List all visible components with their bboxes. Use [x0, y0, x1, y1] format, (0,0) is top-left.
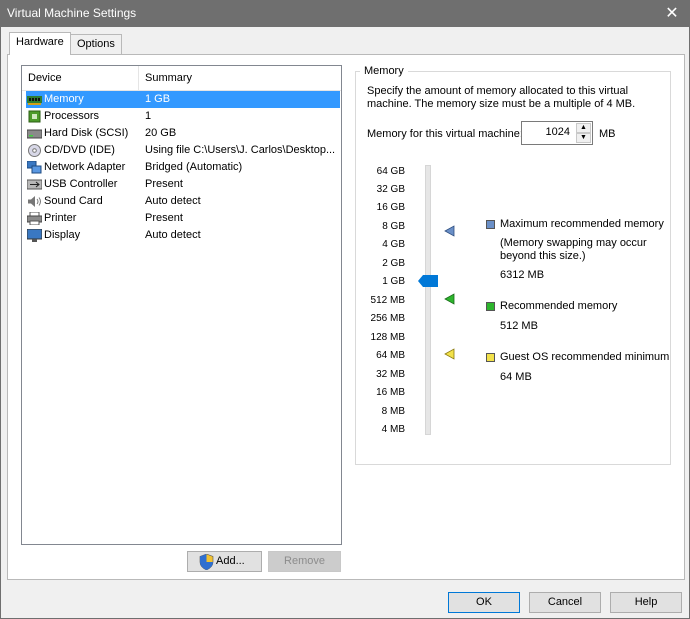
ok-button[interactable]: OK — [448, 592, 520, 613]
recommended-marker-icon — [444, 293, 455, 305]
column-summary[interactable]: Summary — [145, 72, 192, 84]
max-recommended-note: (Memory swapping may occur beyond this s… — [500, 237, 647, 262]
device-name: Hard Disk (SCSI) — [44, 127, 129, 139]
device-summary: 1 GB — [145, 93, 171, 105]
slider-label: 16 MB — [376, 387, 405, 398]
slider-label: 1 GB — [382, 276, 405, 287]
memory-slider-track[interactable] — [425, 165, 431, 435]
slider-label: 4 GB — [382, 239, 405, 250]
uac-shield-icon — [199, 554, 214, 570]
ok-button-label: OK — [476, 596, 492, 608]
slider-label: 16 GB — [376, 202, 405, 213]
monitor-icon — [27, 229, 42, 242]
recommended-label: Recommended memory — [500, 300, 618, 312]
recommended-swatch — [486, 302, 495, 311]
speaker-icon — [28, 196, 41, 207]
window-title: Virtual Machine Settings — [7, 6, 137, 20]
memory-icon — [27, 96, 42, 105]
hard-disk-icon — [27, 129, 42, 139]
recommended-value: 512 MB — [500, 320, 538, 332]
slider-label: 8 GB — [382, 221, 405, 232]
device-row-memory[interactable]: Memory 1 GB — [26, 91, 340, 108]
cd-dvd-icon — [28, 144, 41, 157]
device-summary: Auto detect — [145, 229, 201, 241]
memory-spin-buttons: ▲ ▼ — [576, 123, 591, 143]
memory-unit: MB — [599, 128, 616, 140]
list-header: Device Summary — [22, 66, 341, 91]
vm-settings-window: Virtual Machine Settings ✕ Hardware Opti… — [0, 0, 690, 619]
processor-icon — [28, 110, 41, 123]
device-summary: 20 GB — [145, 127, 177, 139]
device-summary: Present — [145, 212, 183, 224]
device-summary: Using file C:\Users\J. Carlos\Desktop... — [145, 144, 336, 156]
max-recommended-label: Maximum recommended memory — [500, 218, 664, 230]
remove-button[interactable]: Remove — [268, 551, 341, 572]
column-device[interactable]: Device — [28, 72, 62, 84]
max-recommended-swatch — [486, 220, 495, 229]
memory-slider-thumb[interactable] — [418, 275, 438, 287]
device-row-network-adapter[interactable]: Network Adapter Bridged (Automatic) — [26, 159, 340, 176]
device-row-usb-controller[interactable]: USB Controller Present — [26, 176, 340, 193]
printer-icon — [27, 212, 42, 225]
slider-label: 8 MB — [381, 406, 405, 417]
memory-field-label: Memory for this virtual machine: — [367, 128, 523, 140]
cancel-button-label: Cancel — [547, 596, 583, 608]
device-name: Printer — [44, 212, 77, 224]
tab-options-label: Options — [77, 38, 115, 50]
tab-hardware-label: Hardware — [16, 36, 64, 48]
slider-label: 64 GB — [376, 166, 405, 177]
device-name: CD/DVD (IDE) — [44, 144, 115, 156]
memory-group-title: Memory — [360, 65, 408, 77]
device-name: USB Controller — [44, 178, 118, 190]
device-row-sound-card[interactable]: Sound Card Auto detect — [26, 193, 340, 210]
title-bar[interactable]: Virtual Machine Settings ✕ — [1, 1, 689, 27]
device-name: Network Adapter — [44, 161, 126, 173]
device-summary: Present — [145, 178, 183, 190]
help-button-label: Help — [634, 596, 658, 608]
device-name: Processors — [44, 110, 100, 122]
cancel-button[interactable]: Cancel — [529, 592, 601, 613]
guest-min-swatch — [486, 353, 495, 362]
max-recommended-marker-icon — [444, 225, 455, 237]
device-name: Sound Card — [44, 195, 103, 207]
slider-label: 256 MB — [370, 313, 405, 324]
guest-min-value: 64 MB — [500, 371, 532, 383]
memory-description: Specify the amount of memory allocated t… — [367, 85, 636, 110]
memory-value-input[interactable]: 1024 — [546, 126, 570, 138]
max-recommended-value: 6312 MB — [500, 269, 545, 281]
add-button-label: Add... — [216, 555, 245, 567]
column-divider[interactable] — [138, 66, 139, 90]
device-summary: 1 — [145, 110, 152, 122]
add-button[interactable]: Add... — [187, 551, 262, 572]
tab-hardware[interactable]: Hardware — [9, 32, 71, 55]
device-row-cd-dvd[interactable]: CD/DVD (IDE) Using file C:\Users\J. Carl… — [26, 142, 340, 159]
slider-label: 32 MB — [376, 369, 405, 380]
remove-button-label: Remove — [284, 555, 325, 567]
device-row-printer[interactable]: Printer Present — [26, 210, 340, 227]
slider-label: 64 MB — [376, 350, 405, 361]
guest-min-marker-icon — [444, 348, 455, 360]
device-row-processors[interactable]: Processors 1 — [26, 108, 340, 125]
slider-label: 512 MB — [370, 295, 405, 306]
slider-label: 128 MB — [370, 332, 405, 343]
spin-up-icon[interactable]: ▲ — [576, 123, 591, 133]
device-summary: Bridged (Automatic) — [145, 161, 243, 173]
close-icon[interactable]: ✕ — [655, 1, 689, 27]
slider-label: 32 GB — [376, 184, 405, 195]
guest-min-label: Guest OS recommended minimum — [500, 351, 670, 363]
device-name: Display — [44, 229, 81, 241]
help-button[interactable]: Help — [610, 592, 682, 613]
network-adapter-icon — [27, 161, 42, 174]
tab-options[interactable]: Options — [70, 34, 122, 54]
usb-icon — [27, 179, 42, 190]
slider-label: 2 GB — [382, 258, 405, 269]
slider-label: 4 MB — [381, 424, 405, 435]
device-name: Memory — [44, 93, 84, 105]
device-list[interactable]: Device Summary Memory 1 GB Processors 1 … — [21, 65, 342, 545]
device-row-display[interactable]: Display Auto detect — [26, 227, 340, 244]
memory-spinbox[interactable]: 1024 ▲ ▼ — [521, 121, 593, 145]
spin-down-icon[interactable]: ▼ — [576, 133, 591, 143]
device-row-hard-disk[interactable]: Hard Disk (SCSI) 20 GB — [26, 125, 340, 142]
device-summary: Auto detect — [145, 195, 201, 207]
